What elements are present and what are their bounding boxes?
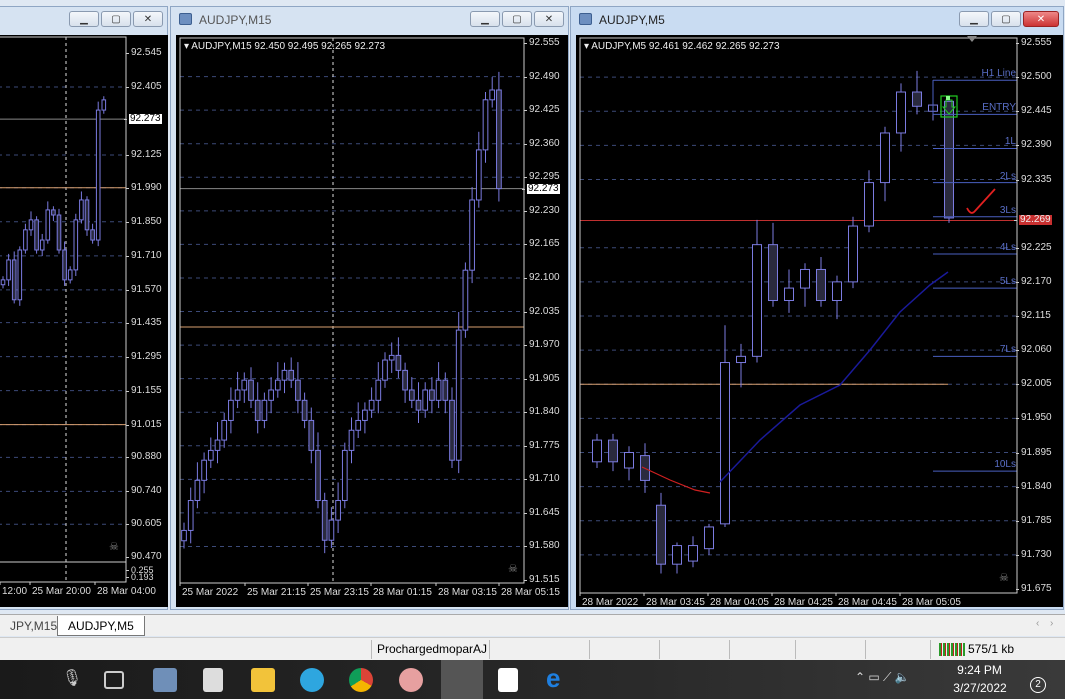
notification-badge[interactable]: 2 — [1030, 677, 1046, 693]
chart-window-icon — [179, 13, 192, 25]
skull-icon: ☠ — [999, 572, 1009, 584]
chart-m5[interactable] — [576, 35, 1063, 607]
window-title: AUDJPY,M15 — [199, 13, 272, 27]
telegram-icon[interactable] — [300, 668, 324, 692]
skull-icon: ☠ — [508, 563, 518, 575]
status-profile: ProchargedmoparAJ — [377, 642, 488, 656]
chart-header-m15: ▾ AUDJPY,M15 92.450 92.495 92.265 92.273 — [184, 41, 386, 52]
ohlc-readout: AUDJPY,M15 92.450 92.495 92.265 92.273 — [191, 41, 386, 52]
maximize-button[interactable]: ▢ — [101, 11, 131, 27]
status-bar: ProchargedmoparAJ 575/1 kb — [0, 637, 1065, 660]
ohlc-readout: AUDJPY,M5 92.461 92.462 92.265 92.273 — [591, 41, 780, 52]
chart-window-icon — [579, 13, 592, 25]
minimize-button[interactable]: ▁ — [959, 11, 989, 27]
chart-left[interactable] — [0, 35, 168, 607]
maximize-button[interactable]: ▢ — [991, 11, 1021, 27]
chart-shift-marker[interactable] — [967, 36, 977, 42]
clock-date[interactable]: 3/27/2022 — [950, 681, 1010, 695]
window-title: AUDJPY,M5 — [599, 13, 665, 27]
tray-icons[interactable]: ⌃ ▭ ⟋ 🔈 — [855, 670, 910, 685]
metatrader-icon[interactable] — [441, 660, 483, 699]
status-traffic: 575/1 kb — [968, 642, 1015, 656]
chart-tab-bar: JPY,M15 AUDJPY,M5 ‹ › — [0, 614, 1065, 636]
chart-header-m5: ▾ AUDJPY,M5 92.461 92.462 92.265 92.273 — [584, 41, 780, 52]
minimize-button[interactable]: ▁ — [470, 11, 500, 27]
title-bar[interactable]: AUDJPY,M5 ▁ ▢ ✕ — [571, 7, 1063, 33]
clock-time[interactable]: 9:24 PM — [952, 663, 1007, 677]
notes-icon[interactable] — [498, 668, 518, 692]
close-button[interactable]: ✕ — [133, 11, 163, 27]
task-view-icon[interactable] — [104, 671, 124, 689]
close-button[interactable]: ✕ — [534, 11, 564, 27]
connection-bars-icon — [939, 643, 965, 656]
system-app-icon[interactable] — [153, 668, 177, 692]
file-explorer-icon[interactable] — [251, 668, 275, 692]
tab-scroll-right-icon[interactable]: › — [1050, 618, 1053, 629]
title-bar[interactable]: AUDJPY,M15 ▁ ▢ ✕ — [171, 7, 568, 33]
tab-scroll-left-icon[interactable]: ‹ — [1036, 618, 1039, 629]
chrome-icon[interactable] — [349, 668, 373, 692]
skull-icon: ☠ — [109, 541, 119, 553]
snipping-tool-icon[interactable] — [399, 668, 423, 692]
chart-m15[interactable] — [176, 35, 568, 607]
close-button[interactable]: ✕ — [1023, 11, 1059, 27]
edge-icon[interactable]: e — [546, 663, 570, 693]
microphone-icon[interactable]: 🎙 — [60, 668, 84, 692]
tab-audjpy-m5[interactable]: AUDJPY,M5 — [57, 616, 145, 636]
maximize-button[interactable]: ▢ — [502, 11, 532, 27]
calculator-icon[interactable] — [203, 668, 223, 692]
taskbar: 🎙 e ⌃ ▭ ⟋ 🔈 9:24 PM 3/27/2022 2 — [0, 660, 1065, 699]
minimize-button[interactable]: ▁ — [69, 11, 99, 27]
title-bar[interactable]: ▁ ▢ ✕ — [0, 7, 167, 33]
